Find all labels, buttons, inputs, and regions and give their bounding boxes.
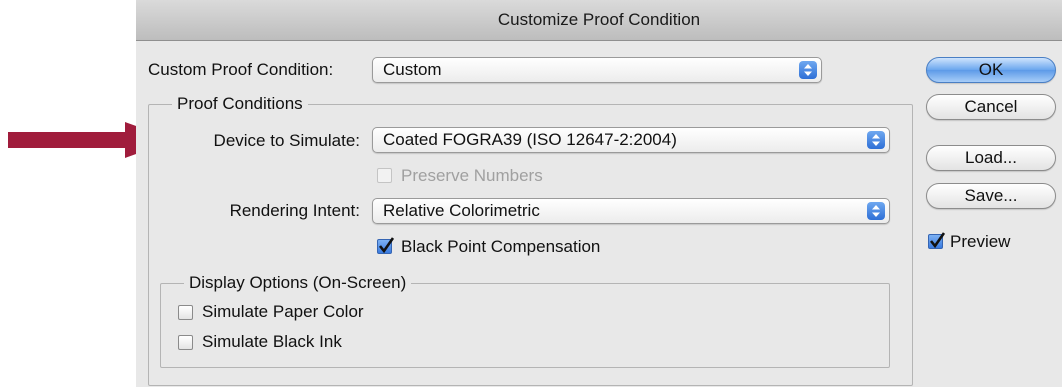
display-options-legend: Display Options (On-Screen) bbox=[184, 273, 412, 293]
custom-proof-label: Custom Proof Condition: bbox=[148, 60, 334, 79]
ok-button[interactable]: OK bbox=[926, 57, 1056, 83]
device-select[interactable]: Coated FOGRA39 (ISO 12647-2:2004) bbox=[372, 127, 890, 153]
select-arrows-icon bbox=[867, 131, 885, 149]
select-arrows-icon bbox=[867, 202, 885, 220]
customize-proof-dialog: Customize Proof Condition Custom Proof C… bbox=[136, 0, 1062, 387]
device-value: Coated FOGRA39 (ISO 12647-2:2004) bbox=[383, 130, 677, 149]
simulate-paper-color-label: Simulate Paper Color bbox=[202, 302, 364, 321]
load-button[interactable]: Load... bbox=[926, 145, 1056, 171]
window-title: Customize Proof Condition bbox=[497, 10, 701, 29]
proof-conditions-legend: Proof Conditions bbox=[172, 94, 308, 114]
preview-checkbox[interactable] bbox=[928, 232, 945, 249]
preserve-numbers-checkbox[interactable] bbox=[377, 168, 392, 183]
simulate-paper-color-checkbox[interactable] bbox=[178, 305, 193, 320]
custom-proof-select[interactable]: Custom bbox=[372, 57, 822, 83]
checkmark-icon bbox=[378, 237, 394, 254]
preview-label: Preview bbox=[950, 232, 1011, 251]
preserve-numbers-label: Preserve Numbers bbox=[401, 166, 543, 185]
black-point-checkbox[interactable] bbox=[377, 237, 394, 254]
simulate-black-ink-label: Simulate Black Ink bbox=[202, 332, 342, 351]
rendering-intent-value: Relative Colorimetric bbox=[383, 201, 540, 220]
window-titlebar: Customize Proof Condition bbox=[136, 0, 1062, 41]
rendering-intent-label: Rendering Intent: bbox=[229, 201, 360, 220]
device-label: Device to Simulate: bbox=[213, 131, 360, 150]
custom-proof-value: Custom bbox=[383, 60, 442, 79]
black-point-label: Black Point Compensation bbox=[401, 237, 601, 256]
rendering-intent-select[interactable]: Relative Colorimetric bbox=[372, 198, 890, 224]
simulate-black-ink-checkbox[interactable] bbox=[178, 335, 193, 350]
select-arrows-icon bbox=[799, 61, 817, 79]
cancel-button[interactable]: Cancel bbox=[926, 94, 1056, 120]
save-button[interactable]: Save... bbox=[926, 183, 1056, 209]
display-options-group bbox=[160, 283, 890, 368]
checkmark-icon bbox=[929, 232, 945, 249]
